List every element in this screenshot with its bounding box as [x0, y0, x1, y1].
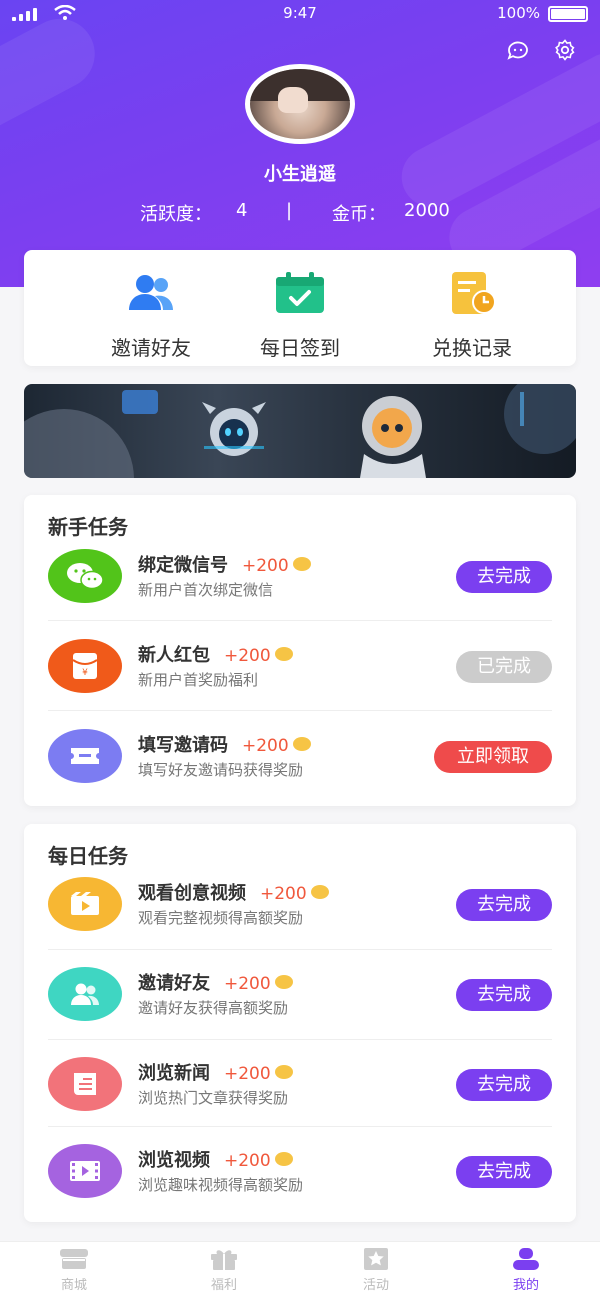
quick-action-label: 兑换记录	[432, 336, 512, 360]
coin-icon	[310, 885, 329, 899]
task-item: 绑定微信号 +200 新用户首次绑定微信 去完成	[48, 549, 552, 639]
task-reward: +200	[224, 974, 271, 994]
task-desc: 邀请好友获得高额奖励	[138, 999, 289, 1017]
task-item: 观看创意视频 +200 观看完整视频得高额奖励 去完成	[48, 877, 552, 967]
red-envelope-icon: ¥	[48, 639, 122, 693]
banner-artwork	[24, 384, 576, 478]
divider	[48, 710, 552, 711]
decor-shape	[0, 6, 108, 144]
quick-action-invite[interactable]: 邀请好友	[76, 272, 226, 361]
ticket-icon	[48, 729, 122, 783]
quick-action-label: 邀请好友	[111, 336, 191, 360]
quick-action-label: 每日签到	[260, 336, 340, 360]
tab-label: 活动	[362, 1278, 389, 1293]
record-icon	[452, 272, 496, 314]
divider	[48, 1126, 552, 1127]
section-title: 新手任务	[48, 515, 128, 539]
task-reward: +200	[224, 1064, 271, 1084]
coin-icon	[274, 975, 293, 989]
task-desc: 新用户首次绑定微信	[138, 581, 274, 599]
divider	[48, 1039, 552, 1040]
tab-mine[interactable]: 我的	[476, 1248, 576, 1293]
task-name: 填写邀请码	[138, 735, 228, 756]
promo-banner[interactable]	[24, 384, 576, 478]
task-reward: +200	[260, 884, 307, 904]
gift-icon	[211, 1250, 237, 1270]
users-icon	[129, 275, 173, 310]
coin-icon	[292, 737, 311, 751]
task-desc: 浏览热门文章获得奖励	[138, 1089, 289, 1107]
coin-icon	[274, 647, 293, 661]
username: 小生逍遥	[264, 164, 336, 185]
film-icon	[48, 1144, 122, 1198]
divider	[48, 620, 552, 621]
tab-activity[interactable]: 活动	[326, 1248, 426, 1293]
shop-icon	[60, 1249, 88, 1269]
divider	[48, 949, 552, 950]
star-icon	[364, 1248, 388, 1270]
task-reward: +200	[224, 646, 271, 666]
stats-separator: |	[286, 200, 293, 221]
coin-icon	[274, 1065, 293, 1079]
newbie-tasks-card: 新手任务 绑定微信号 +200 新用户首次绑定微信 去完成 ¥ 新人红包 +200 …	[24, 495, 576, 806]
task-reward: +200	[224, 1151, 271, 1171]
user-icon	[513, 1248, 539, 1270]
battery-percent: 100%	[497, 4, 540, 22]
avatar[interactable]	[245, 64, 355, 144]
task-desc: 填写好友邀请码获得奖励	[138, 761, 304, 779]
daily-tasks-card: 每日任务 观看创意视频 +200 观看完整视频得高额奖励 去完成 邀请好友 +200…	[24, 824, 576, 1222]
task-action-button[interactable]: 去完成	[456, 979, 552, 1011]
task-action-button[interactable]: 去完成	[456, 1069, 552, 1101]
task-name: 浏览视频	[138, 1150, 210, 1171]
task-reward: +200	[242, 556, 289, 576]
users-icon	[48, 967, 122, 1021]
task-name: 邀请好友	[138, 973, 210, 994]
quick-actions-card: 邀请好友 每日签到 兑换记录	[24, 250, 576, 366]
tab-shop[interactable]: 商城	[24, 1248, 124, 1293]
svg-text:¥: ¥	[82, 668, 88, 678]
task-desc: 观看完整视频得高额奖励	[138, 909, 304, 927]
task-item: 浏览视频 +200 浏览趣味视频得高额奖励 去完成	[48, 1144, 552, 1234]
news-icon	[48, 1057, 122, 1111]
task-item: 浏览新闻 +200 浏览热门文章获得奖励 去完成	[48, 1057, 552, 1147]
task-action-button[interactable]: 去完成	[456, 1156, 552, 1188]
tab-label: 福利	[210, 1278, 237, 1293]
coins-value: 2000	[404, 200, 450, 221]
battery-icon	[548, 6, 588, 22]
task-name: 绑定微信号	[138, 555, 228, 576]
activity-label: 活跃度：	[140, 204, 212, 225]
task-desc: 新用户首奖励福利	[138, 671, 259, 689]
task-action-button[interactable]: 去完成	[456, 889, 552, 921]
task-name: 新人红包	[138, 645, 210, 666]
tab-label: 我的	[512, 1278, 539, 1293]
task-action-button[interactable]: 已完成	[456, 651, 552, 683]
task-name: 观看创意视频	[138, 883, 246, 904]
wechat-icon	[48, 549, 122, 603]
activity-value: 4	[236, 200, 248, 221]
gear-icon[interactable]	[553, 38, 577, 62]
status-bar: 9:47 100%	[0, 0, 600, 26]
task-desc: 浏览趣味视频得高额奖励	[138, 1176, 304, 1194]
chat-icon[interactable]	[506, 38, 530, 62]
quick-action-signin[interactable]: 每日签到	[225, 272, 375, 361]
task-item: 填写邀请码 +200 填写好友邀请码获得奖励 立即领取	[48, 729, 552, 819]
coins-label: 金币：	[332, 204, 386, 225]
task-action-button[interactable]: 立即领取	[434, 741, 552, 773]
section-title: 每日任务	[48, 844, 128, 868]
task-item: ¥ 新人红包 +200 新用户首奖励福利 已完成	[48, 639, 552, 729]
task-action-button[interactable]: 去完成	[456, 561, 552, 593]
task-item: 邀请好友 +200 邀请好友获得高额奖励 去完成	[48, 967, 552, 1057]
coin-icon	[274, 1152, 293, 1166]
video-icon	[48, 877, 122, 931]
tab-welfare[interactable]: 福利	[174, 1248, 274, 1293]
tab-label: 商城	[60, 1278, 87, 1293]
quick-action-records[interactable]: 兑换记录	[397, 272, 547, 361]
task-reward: +200	[242, 736, 289, 756]
calendar-check-icon	[276, 272, 324, 313]
task-name: 浏览新闻	[138, 1063, 210, 1084]
bottom-tab-bar: 商城 福利 活动 我的	[0, 1241, 600, 1299]
coin-icon	[292, 557, 311, 571]
